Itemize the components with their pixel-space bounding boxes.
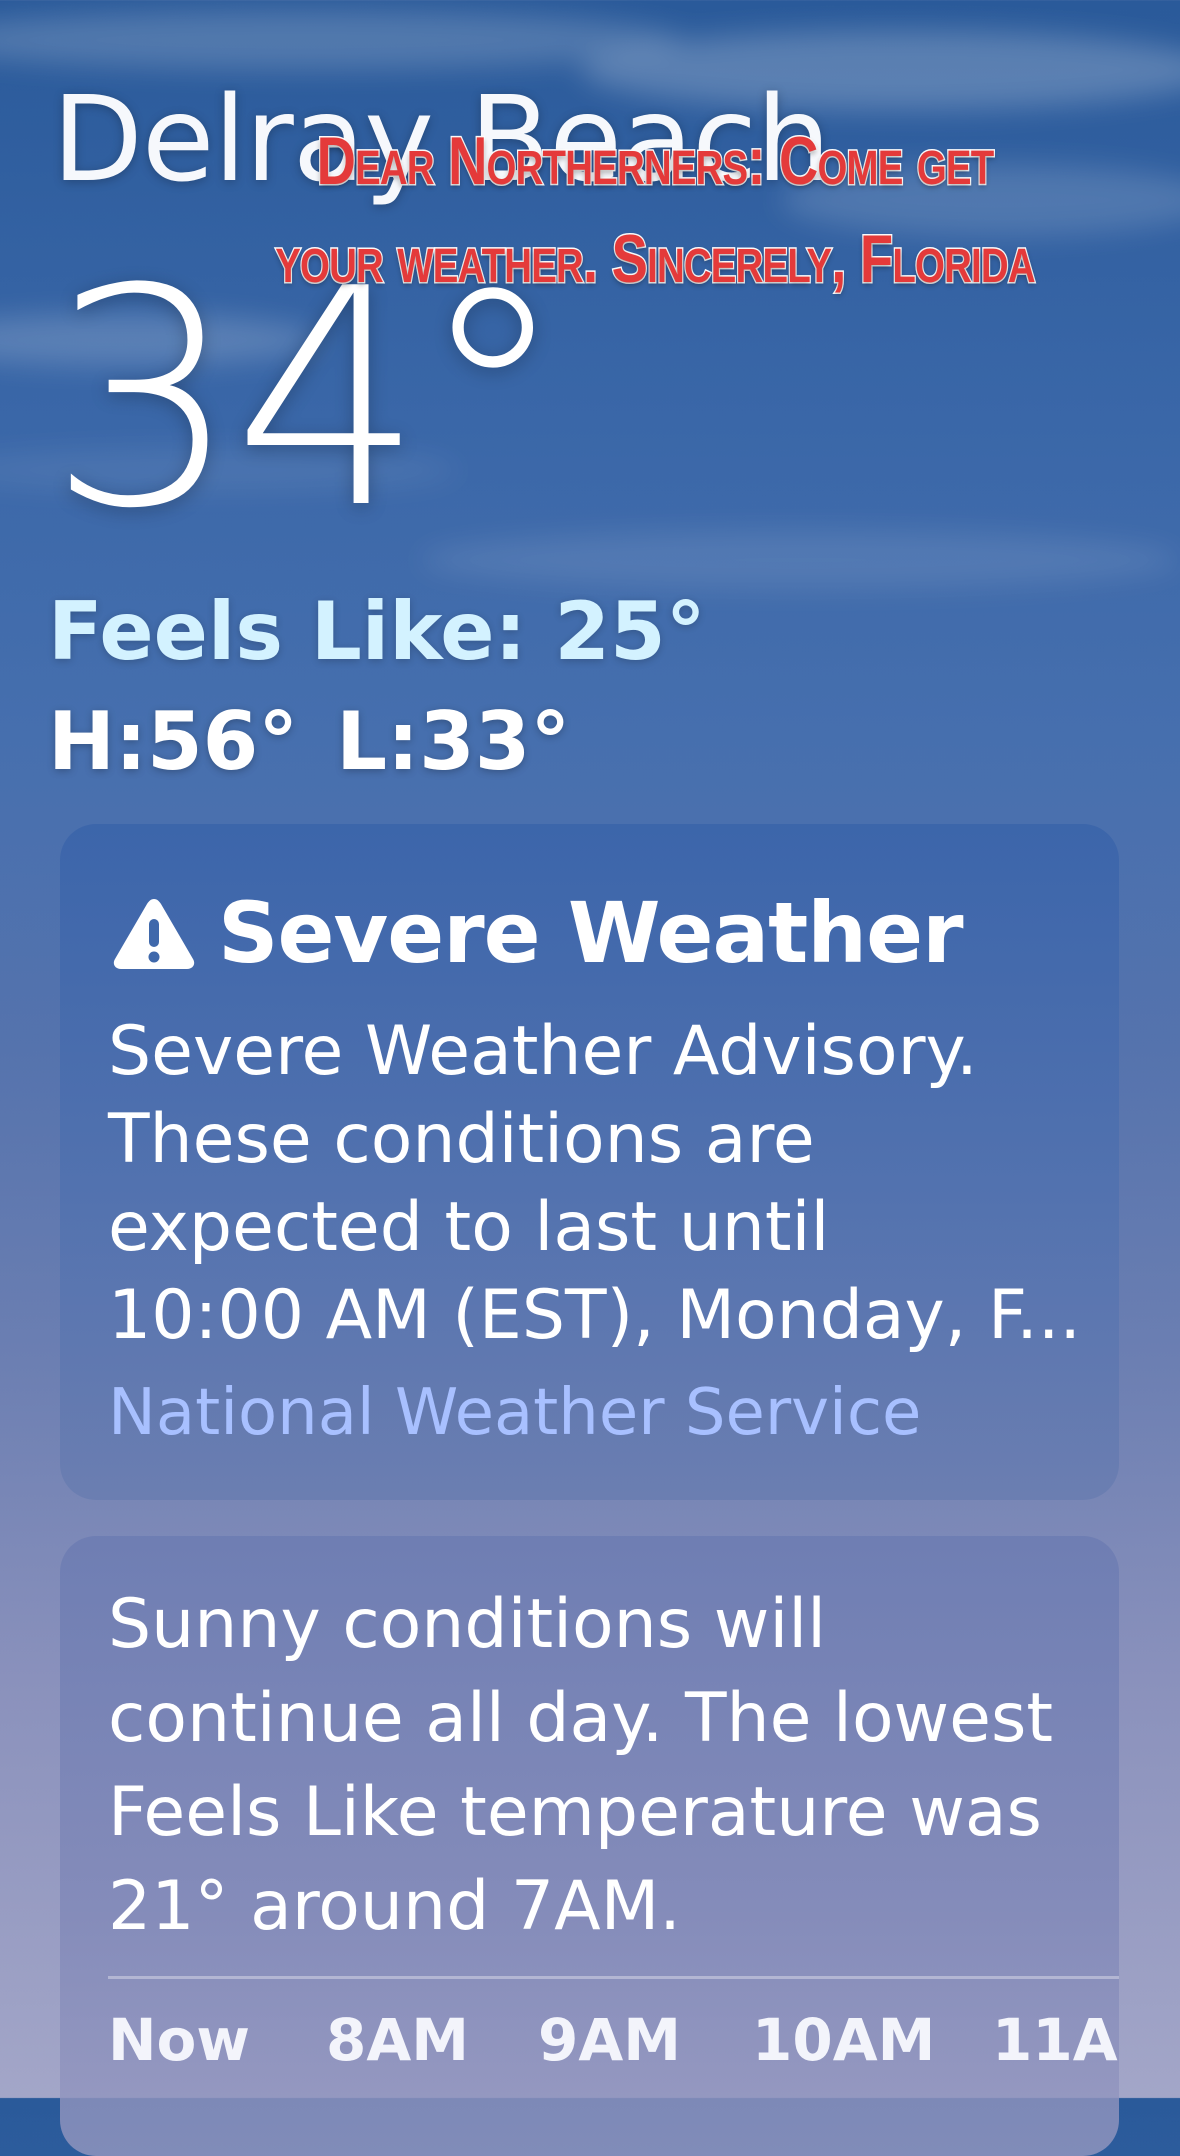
summary-line: Feels Like temperature was <box>108 1773 1042 1852</box>
alert-source-link[interactable]: National Weather Service <box>108 1376 921 1450</box>
summary-line: 21° around 7AM. <box>108 1867 681 1946</box>
hourly-forecast-card: Sunny conditions will continue all day. … <box>60 1536 1119 2156</box>
alert-line: Severe Weather Advisory. <box>108 1012 978 1091</box>
hour-label: Now <box>108 2006 250 2074</box>
overlay-caption: Dear Northerners: Come get your weather.… <box>274 122 1037 299</box>
hour-label: 10AM <box>752 2006 936 2074</box>
hour-label: 8AM <box>326 2006 469 2074</box>
alert-header: Severe Weather <box>112 884 964 982</box>
forecast-summary: Sunny conditions will continue all day. … <box>108 1578 1098 1954</box>
summary-line: Sunny conditions will <box>108 1585 827 1664</box>
feels-like: Feels Like: 25° <box>48 585 706 678</box>
alert-line: These conditions are <box>108 1100 815 1179</box>
hour-label: 9AM <box>538 2006 681 2074</box>
warning-triangle-icon <box>113 899 195 969</box>
severe-weather-card[interactable]: Severe Weather Severe Weather Advisory. … <box>60 824 1119 1500</box>
alert-line: 10:00 AM (EST), Monday, F... <box>108 1276 1082 1355</box>
hourly-strip[interactable]: Now 8AM 9AM 10AM 11AM <box>108 2006 1119 2096</box>
hour-label: 11AM <box>992 2006 1119 2074</box>
divider <box>108 1976 1119 1979</box>
summary-line: continue all day. The lowest <box>108 1679 1054 1758</box>
alert-title: Severe Weather <box>218 884 964 982</box>
alert-description: Severe Weather Advisory. These condition… <box>108 1008 1098 1360</box>
alert-line: expected to last until <box>108 1188 830 1267</box>
high-low: H:56° L:33° <box>48 695 571 788</box>
